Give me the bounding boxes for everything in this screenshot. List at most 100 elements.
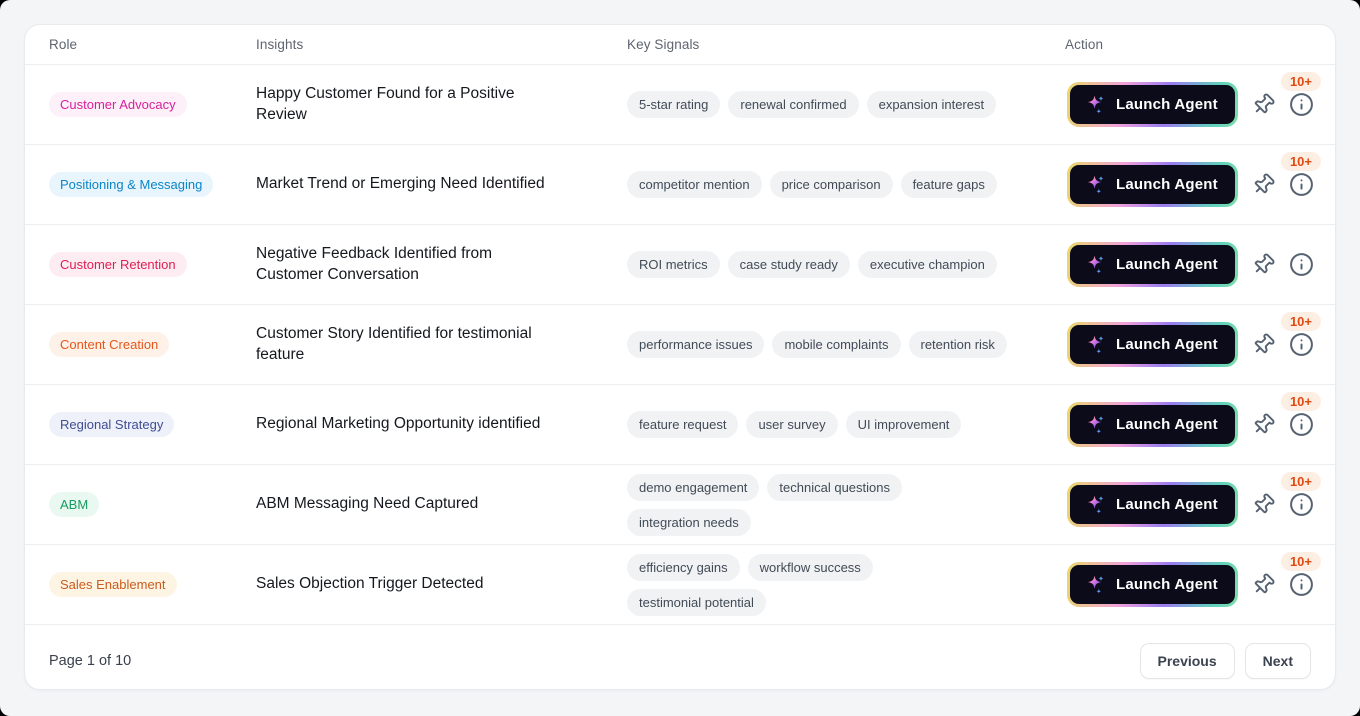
signal-pill: feature gaps (900, 171, 997, 198)
pin-icon (1254, 493, 1275, 514)
role-cell: ABM (25, 492, 232, 517)
insight-text: Customer Story Identified for testimonia… (256, 324, 532, 363)
info-button[interactable] (1289, 412, 1314, 437)
pin-icon (1254, 93, 1275, 114)
pin-icon (1254, 413, 1275, 434)
sparkles-icon (1087, 335, 1104, 354)
count-badge: 10+ (1280, 72, 1321, 91)
sparkles-icon (1087, 495, 1104, 514)
sparkles-icon (1087, 415, 1104, 434)
info-icon (1289, 573, 1313, 596)
table-row: Positioning & Messaging Market Trend or … (25, 145, 1335, 225)
action-cell: Launch Agent 10+ (1041, 145, 1335, 224)
pin-button[interactable] (1252, 253, 1275, 276)
next-button[interactable]: Next (1244, 643, 1311, 679)
insight-text: Regional Marketing Opportunity identifie… (256, 415, 541, 433)
signal-pill: demo engagement (627, 473, 760, 501)
signal-pill: expansion interest (866, 91, 997, 118)
signal-pill: integration needs (627, 508, 751, 536)
role-badge: Positioning & Messaging (49, 172, 214, 197)
pin-button[interactable] (1252, 93, 1275, 116)
table-row: Sales Enablement Sales Objection Trigger… (25, 545, 1335, 625)
column-header-insights: Insights (256, 37, 304, 52)
pin-button[interactable] (1252, 493, 1275, 516)
role-badge: Regional Strategy (49, 412, 175, 437)
pin-button[interactable] (1252, 413, 1275, 436)
signal-pill: testimonial potential (627, 588, 766, 616)
signals-list: competitor mention price comparison featur… (603, 171, 1041, 198)
table-header-row: Role Insights Key Signals Action (25, 25, 1335, 65)
role-cell: Sales Enablement (25, 572, 232, 597)
sparkles-icon (1087, 575, 1104, 594)
launch-agent-label: Launch Agent (1116, 416, 1218, 433)
signals-list: 5-star rating renewal confirmed expansion … (603, 91, 1041, 118)
launch-agent-label: Launch Agent (1116, 496, 1218, 513)
sparkles-icon (1087, 175, 1104, 194)
pin-button[interactable] (1252, 573, 1275, 596)
role-badge: ABM (49, 492, 100, 517)
signals-list: feature request user survey UI improvement (603, 411, 1041, 438)
info-icon (1289, 413, 1313, 436)
role-cell: Regional Strategy (25, 412, 232, 437)
pin-button[interactable] (1252, 173, 1275, 196)
launch-agent-button[interactable]: Launch Agent (1067, 482, 1238, 527)
signal-pill: user survey (746, 411, 838, 438)
launch-agent-button[interactable]: Launch Agent (1067, 162, 1238, 207)
launch-agent-label: Launch Agent (1116, 336, 1218, 353)
role-badge: Customer Advocacy (49, 92, 187, 117)
count-badge: 10+ (1280, 312, 1321, 331)
signal-pill: technical questions (767, 473, 902, 501)
table-row: Customer Advocacy Happy Customer Found f… (25, 65, 1335, 145)
count-badge: 10+ (1280, 552, 1321, 571)
count-badge: 10+ (1280, 472, 1321, 491)
table-row: Customer Retention Negative Feedback Ide… (25, 225, 1335, 305)
pagination-controls: Previous Next (1139, 643, 1311, 679)
signals-list: ROI metrics case study ready executive cha… (603, 251, 1041, 278)
role-cell: Positioning & Messaging (25, 172, 232, 197)
launch-agent-button[interactable]: Launch Agent (1067, 82, 1238, 127)
launch-agent-label: Launch Agent (1116, 256, 1218, 273)
info-button[interactable] (1289, 252, 1314, 277)
signal-pill: renewal confirmed (728, 91, 859, 118)
signal-pill: retention risk (908, 331, 1007, 358)
info-icon (1289, 333, 1313, 356)
column-header-key-signals: Key Signals (627, 37, 700, 52)
info-button[interactable] (1289, 492, 1314, 517)
info-button[interactable] (1289, 172, 1314, 197)
signal-pill: price comparison (769, 171, 893, 198)
role-badge: Content Creation (49, 332, 170, 357)
launch-agent-button[interactable]: Launch Agent (1067, 402, 1238, 447)
info-button[interactable] (1289, 92, 1314, 117)
signal-pill: workflow success (747, 553, 873, 581)
pin-button[interactable] (1252, 333, 1275, 356)
signal-pill: 5-star rating (627, 91, 721, 118)
page-status: Page 1 of 10 (49, 653, 132, 669)
role-badge: Sales Enablement (49, 572, 177, 597)
info-icon (1289, 93, 1313, 116)
role-cell: Customer Retention (25, 252, 232, 277)
launch-agent-label: Launch Agent (1116, 576, 1218, 593)
sparkles-icon (1087, 95, 1104, 114)
info-icon (1289, 173, 1313, 196)
info-icon (1289, 253, 1313, 276)
signals-list: demo engagement technical questions integr… (603, 473, 1041, 536)
insights-table-card: Role Insights Key Signals Action Custome… (24, 24, 1336, 690)
info-button[interactable] (1289, 332, 1314, 357)
action-cell: Launch Agent 10+ (1041, 465, 1335, 544)
signal-pill: efficiency gains (627, 553, 740, 581)
signal-pill: ROI metrics (627, 251, 720, 278)
launch-agent-button[interactable]: Launch Agent (1067, 322, 1238, 367)
info-icon (1289, 493, 1313, 516)
info-button[interactable] (1289, 572, 1314, 597)
action-cell: Launch Agent (1041, 225, 1335, 304)
launch-agent-label: Launch Agent (1116, 96, 1218, 113)
launch-agent-button[interactable]: Launch Agent (1067, 562, 1238, 607)
table-row: ABM ABM Messaging Need Captured demo eng… (25, 465, 1335, 545)
count-badge: 10+ (1280, 152, 1321, 171)
insight-text: Sales Objection Trigger Detected (256, 575, 484, 593)
pin-icon (1254, 253, 1275, 274)
launch-agent-button[interactable]: Launch Agent (1067, 242, 1238, 287)
previous-button[interactable]: Previous (1139, 643, 1235, 679)
action-cell: Launch Agent 10+ (1041, 545, 1335, 624)
action-cell: Launch Agent 10+ (1041, 65, 1335, 144)
